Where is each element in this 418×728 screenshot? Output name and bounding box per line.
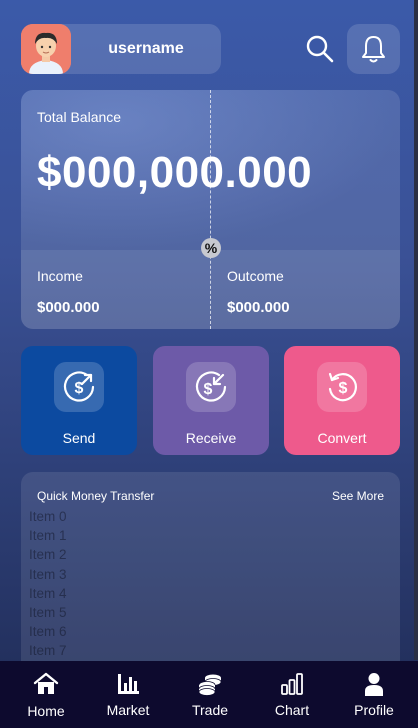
send-button[interactable]: $ Send [21,346,137,455]
receive-button[interactable]: $ Receive [153,346,269,455]
convert-label: Convert [317,430,367,446]
list-item[interactable]: Item 2 [29,545,329,564]
svg-text:$: $ [204,381,213,398]
convert-money-icon: $ [317,362,367,412]
income-label: Income [37,268,83,284]
nav-profile-label: Profile [354,702,394,718]
list-item[interactable]: Item 5 [29,603,329,622]
see-more-link[interactable]: See More [332,489,384,503]
quick-transfer-card: Quick Money Transfer See More Item 0 Ite… [21,472,400,672]
send-money-icon: $ [54,362,104,412]
dashed-divider [210,90,211,329]
bell-icon [362,36,385,63]
list-item[interactable]: Item 0 [29,507,329,526]
header: username [21,24,400,74]
search-icon[interactable] [305,34,335,64]
nav-trade[interactable]: Trade [170,661,250,728]
receive-label: Receive [185,430,237,446]
receive-money-icon: $ [186,362,236,412]
nav-home[interactable]: Home [6,661,86,728]
window-edge [414,0,418,660]
list-item[interactable]: Item 7 [29,641,329,660]
outcome-label: Outcome [227,268,284,284]
total-balance-label: Total Balance [37,109,122,125]
nav-profile[interactable]: Profile [334,661,414,728]
list-item[interactable]: Item 6 [29,622,329,641]
send-label: Send [62,430,96,446]
home-icon [33,671,59,697]
user-avatar [21,24,71,74]
list-item[interactable]: Item 1 [29,526,329,545]
nav-chart-label: Chart [274,702,310,718]
list-item[interactable]: Item 3 [29,565,329,584]
list-item[interactable]: Item 4 [29,584,329,603]
coins-icon [197,671,223,697]
income-value: $000.000 [37,299,100,316]
person-icon [361,671,387,697]
convert-button[interactable]: $ Convert [284,346,400,455]
total-balance-amount: $000,000.000 [37,148,313,197]
chart-icon [279,671,305,697]
nav-market[interactable]: Market [88,661,168,728]
svg-text:$: $ [339,380,348,397]
quick-transfer-title: Quick Money Transfer [37,489,155,503]
balance-card: Total Balance $000,000.000 % Income $000… [21,90,400,329]
username-label: username [108,40,184,57]
notifications-button[interactable] [347,24,400,74]
transfer-list: Item 0 Item 1 Item 2 Item 3 Item 4 Item … [29,507,329,661]
outcome-value: $000.000 [227,299,290,316]
bar-chart-icon [115,671,141,697]
nav-trade-label: Trade [191,702,229,718]
user-profile-pill[interactable]: username [21,24,221,74]
nav-home-label: Home [27,703,65,719]
nav-chart[interactable]: Chart [252,661,332,728]
svg-text:$: $ [75,380,84,397]
bottom-nav: Home Market Trade Chart Profile [0,661,418,728]
percent-badge[interactable]: % [201,238,221,258]
nav-market-label: Market [106,702,150,718]
